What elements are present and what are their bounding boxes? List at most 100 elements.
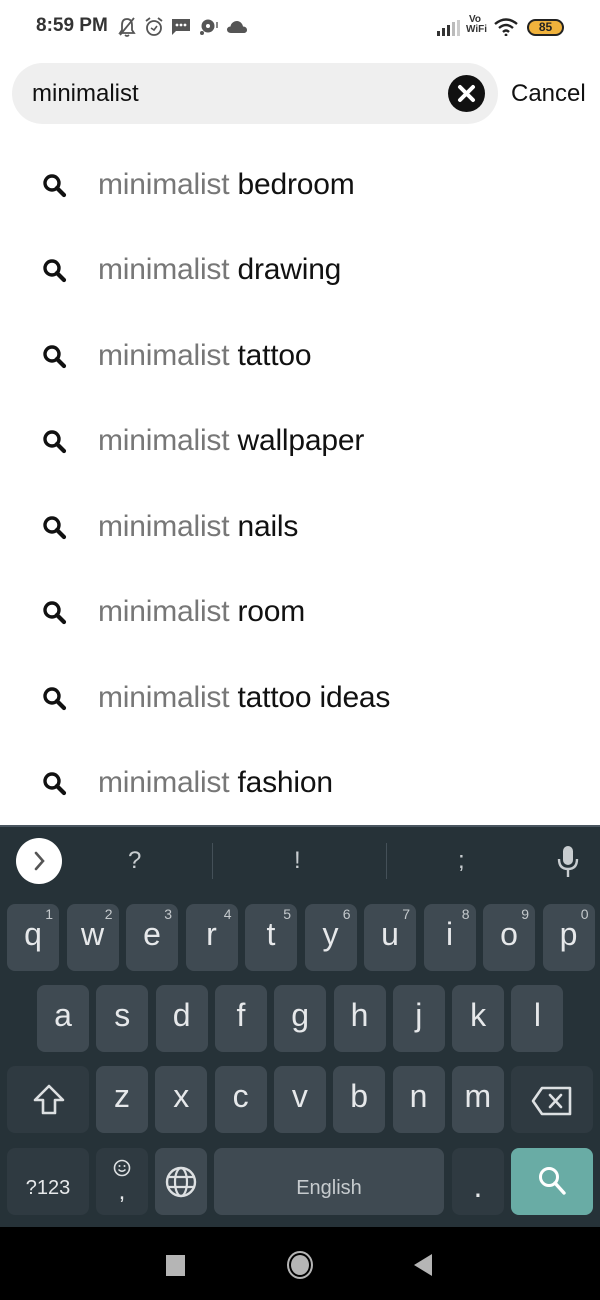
key-label: n (409, 1078, 428, 1114)
vowifi-icon: Vo WiFi (466, 15, 490, 35)
alarm-icon (145, 17, 163, 36)
recents-button[interactable] (166, 1255, 185, 1276)
key-label: f (236, 997, 246, 1033)
key-k[interactable]: k (452, 985, 505, 1052)
key-label: c (232, 1078, 249, 1114)
suggestion-item[interactable]: minimalist fashion (0, 742, 600, 827)
suggestion-suffix: fashion (237, 766, 334, 799)
key-f[interactable]: f (214, 985, 267, 1052)
key-v[interactable]: v (273, 1066, 326, 1133)
key-label: x (173, 1078, 190, 1114)
key-label: k (470, 997, 487, 1033)
suggestion-item[interactable]: minimalist wallpaper (0, 400, 600, 485)
emoji-icon (113, 1159, 131, 1177)
key-b[interactable]: b (333, 1066, 386, 1133)
key-s[interactable]: s (96, 985, 149, 1052)
language-key[interactable] (155, 1148, 207, 1215)
suggestion-item[interactable]: minimalist nails (0, 486, 600, 571)
suggestion-item[interactable]: minimalist tattoo (0, 315, 600, 400)
cancel-button[interactable]: Cancel (511, 80, 586, 108)
home-button[interactable] (286, 1249, 314, 1281)
key-label: o (500, 916, 518, 952)
search-icon (43, 430, 67, 454)
suggestion-suffix: tattoo (237, 339, 312, 372)
key-q[interactable]: 1q (7, 904, 59, 971)
suggestion-symbol-question[interactable]: ? (128, 847, 141, 875)
clear-search-button[interactable] (448, 75, 485, 112)
key-label: l (533, 997, 541, 1033)
suggestion-prefix: minimalist (98, 681, 230, 714)
key-y[interactable]: 6y (304, 904, 357, 971)
suggestion-item[interactable]: minimalist drawing (0, 229, 600, 314)
key-a[interactable]: a (37, 985, 89, 1052)
key-z[interactable]: z (96, 1066, 148, 1133)
key-label: r (206, 916, 217, 952)
key-w[interactable]: 2w (66, 904, 119, 971)
keyboard: ? ! ; 1q2w3e4r5t6y7u8i9o0p a s d f g h j k l z x c… (0, 825, 600, 1227)
key-label: m (464, 1078, 492, 1114)
message-icon (172, 19, 190, 35)
search-input[interactable]: minimalist (12, 63, 498, 124)
key-d[interactable]: d (155, 985, 208, 1052)
vowifi-label-bottom: WiFi (466, 24, 488, 35)
shift-key[interactable] (7, 1066, 89, 1133)
key-label: t (266, 916, 276, 952)
screen: 8:59 PM Vo WiFi 85 minimalist Cancel min… (0, 0, 600, 1300)
search-icon (43, 516, 67, 540)
suggestion-item[interactable]: minimalist room (0, 571, 600, 656)
clear-icon (458, 85, 475, 102)
key-m[interactable]: m (451, 1066, 504, 1133)
cloud-icon (227, 21, 247, 33)
key-p[interactable]: 0p (542, 904, 595, 971)
symbols-key[interactable]: ?123 (7, 1148, 89, 1215)
key-o[interactable]: 9o (483, 904, 535, 971)
suggestion-suffix: drawing (237, 253, 342, 286)
keyboard-toolbar: ? ! ; (0, 827, 600, 895)
suggestion-suffix: wallpaper (237, 424, 365, 457)
key-label: j (415, 997, 423, 1033)
emoji-comma-key[interactable]: , (96, 1148, 148, 1215)
search-key[interactable] (511, 1148, 593, 1215)
key-t[interactable]: 5t (245, 904, 297, 971)
key-label: h (350, 997, 369, 1033)
toolbar-divider (386, 843, 387, 879)
key-n[interactable]: n (392, 1066, 445, 1133)
backspace-key[interactable] (511, 1066, 593, 1133)
suggestion-prefix: minimalist (98, 253, 230, 286)
globe-icon (165, 1166, 197, 1198)
status-time: 8:59 PM (36, 15, 108, 36)
search-icon (43, 259, 67, 283)
period-label: . (473, 1168, 483, 1204)
search-icon (43, 772, 67, 796)
suggestion-symbol-exclamation[interactable]: ! (294, 847, 301, 875)
search-input-value[interactable]: minimalist (32, 80, 139, 108)
key-e[interactable]: 3e (126, 904, 178, 971)
back-button[interactable] (414, 1254, 432, 1276)
key-x[interactable]: x (155, 1066, 208, 1133)
key-label: i (445, 916, 454, 952)
key-j[interactable]: j (392, 985, 445, 1052)
key-l[interactable]: l (511, 985, 564, 1052)
microphone-icon[interactable] (556, 845, 580, 879)
key-h[interactable]: h (333, 985, 386, 1052)
space-key-label: English (296, 1177, 362, 1199)
signal-icon (437, 20, 460, 36)
chevron-right-icon (34, 851, 45, 871)
suggestion-item[interactable]: minimalist tattoo ideas (0, 657, 600, 742)
key-i[interactable]: 8i (423, 904, 476, 971)
key-r[interactable]: 4r (185, 904, 238, 971)
suggestion-text: minimalist fashion (98, 766, 333, 800)
space-key[interactable]: English (214, 1148, 444, 1215)
search-icon (43, 174, 67, 198)
key-u[interactable]: 7u (364, 904, 416, 971)
suggestion-prefix: minimalist (98, 168, 230, 201)
key-label: s (114, 997, 131, 1033)
period-key[interactable]: . (452, 1148, 504, 1215)
suggestion-item[interactable]: minimalist bedroom (0, 144, 600, 229)
keyboard-expand-button[interactable] (16, 838, 62, 884)
suggestion-suffix: bedroom (237, 168, 355, 201)
suggestion-symbol-semicolon[interactable]: ; (458, 847, 465, 875)
key-g[interactable]: g (274, 985, 327, 1052)
navigation-bar (0, 1227, 600, 1300)
key-c[interactable]: c (214, 1066, 267, 1133)
